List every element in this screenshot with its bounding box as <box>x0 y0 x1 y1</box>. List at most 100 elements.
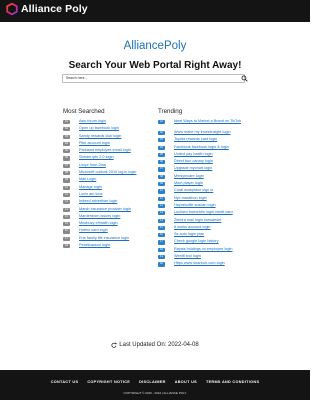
list-item: 02 Open up facebook login <box>63 126 163 133</box>
footer-link-disclaimer[interactable]: DISCLAIMER <box>139 380 166 384</box>
rank-badge: 04 <box>63 141 70 147</box>
list-item: 10 Coral workplace sign in <box>158 188 258 195</box>
list-item: 09 Mail Login <box>63 177 163 184</box>
list-item-link[interactable]: Haynesville suscan login <box>174 203 216 208</box>
list-item-link[interactable]: Check google login history <box>174 239 219 244</box>
list-item: 05 Parkland employee email login <box>63 148 163 155</box>
rank-badge: 06 <box>63 156 70 161</box>
search-icon[interactable] <box>241 75 248 82</box>
footer-link-contact-us[interactable]: CONTACT US <box>51 380 79 384</box>
rank-badge: 16 <box>63 229 70 234</box>
list-item-link[interactable]: Loopr form 2faa <box>79 163 106 168</box>
rank-badge: 20 <box>158 262 165 267</box>
footer-link-copyright-notice[interactable]: COPYRIGHT NOTICE <box>87 380 130 384</box>
list-item-link[interactable]: Microsoft outlook 2010 log in login <box>79 170 136 175</box>
list-item-link[interactable]: Asw forum login <box>79 119 106 124</box>
list-item: 12 Haynesville suscan login <box>158 203 258 210</box>
rank-badge: 07 <box>63 163 70 168</box>
list-item-link[interactable]: Luckiwo townshirs login credit card <box>174 210 233 215</box>
list-item-link[interactable]: Hotmo card login <box>79 228 108 233</box>
list-item-link[interactable]: Coral workplace sign in <box>174 188 213 193</box>
trending-section: Trending 01 Ideal Ways to Market a Brand … <box>158 108 258 269</box>
rank-badge: 13 <box>63 207 70 212</box>
site-logo[interactable]: Alliance Poly <box>6 3 88 15</box>
list-item-link[interactable]: Open up facebook login <box>79 126 119 131</box>
list-item: 04 Pike account login <box>63 141 163 148</box>
list-item-link[interactable]: Pike account login <box>79 141 110 146</box>
list-item-link[interactable]: Facebook facebook login & login <box>174 145 229 150</box>
list-item: 11 Nyc marathon login <box>158 196 258 203</box>
list-item-link[interactable]: Www make my investinsight login <box>174 130 231 135</box>
list-item-link[interactable]: It works account login <box>174 225 211 230</box>
list-item-link[interactable]: Mom player login <box>174 181 203 186</box>
rank-badge: 17 <box>63 236 70 241</box>
rank-badge: 13 <box>158 211 165 216</box>
list-item-link[interactable]: Lovin am loos <box>79 192 102 197</box>
list-item: 02 Www make my investinsight login <box>158 130 258 137</box>
list-item: 14 Mardenborn issues login <box>63 214 163 221</box>
list-item-link[interactable]: Zimbra mail login kuesdeset <box>174 218 221 223</box>
list-item-link[interactable]: Erie family life insurance login <box>79 236 129 241</box>
list-item-link[interactable]: United pay health login <box>174 152 213 157</box>
list-item-link[interactable]: Upgrade mychart login <box>174 166 212 171</box>
list-item-link[interactable]: Ideal Ways to Market a Brand on TikTok <box>174 119 249 124</box>
rank-badge: 10 <box>63 185 70 190</box>
footer-link-terms[interactable]: TERMS AND CONDITIONS <box>206 380 259 384</box>
list-item: 11 Lovin am loos <box>63 192 163 199</box>
list-item: 07 Upgrade mychart login <box>158 166 258 173</box>
list-item-link[interactable]: Toyota rewards card login <box>174 137 217 142</box>
rank-badge: 07 <box>158 167 165 172</box>
list-item-link[interactable]: Mardenborn issues login <box>79 214 120 219</box>
list-item: 16 Ss auto login plan <box>158 232 258 239</box>
list-item: 19 Webfit tool login <box>158 254 258 261</box>
list-item-link[interactable]: Https www seanock com login <box>174 261 225 266</box>
rank-badge: 03 <box>158 138 165 143</box>
page-headline: Search Your Web Portal Right Away! <box>68 60 242 71</box>
list-item-link[interactable]: Webfit tool login <box>174 254 201 259</box>
list-item-link[interactable]: Marsh insurance provider login <box>79 207 131 212</box>
list-item-link[interactable]: Stream iptv 2.0 login <box>79 155 114 160</box>
list-item-link[interactable]: Sandy rewards club login <box>79 134 121 139</box>
rank-badge: 04 <box>158 145 165 150</box>
list-item-link[interactable]: Mail Login <box>79 177 96 182</box>
list-item-link[interactable]: Pearltcasson login <box>79 243 110 248</box>
rank-badge: 05 <box>63 149 70 154</box>
list-item: 13 Luckiwo townshirs login credit card <box>158 210 258 217</box>
rank-badge: 11 <box>63 192 70 198</box>
rank-badge: 02 <box>158 131 165 136</box>
footer-nav: CONTACT US COPYRIGHT NOTICE DISCLAIMER A… <box>0 380 310 384</box>
list-item: 20 Https www seanock com login <box>158 261 258 268</box>
rank-badge: 01 <box>63 120 70 125</box>
list-item: 18 Pearltcasson login <box>63 243 163 250</box>
list-item-link[interactable]: Medbuzy eHealth login <box>79 221 118 226</box>
rank-badge: 17 <box>158 240 165 245</box>
search-input[interactable]: Search here... <box>62 74 245 83</box>
rank-badge: 14 <box>158 218 165 223</box>
list-item-link[interactable]: Parkland employee email login <box>79 148 131 153</box>
rank-badge: 02 <box>63 127 70 132</box>
refresh-icon <box>111 342 117 348</box>
list-item-link[interactable]: Direct bun canary login <box>174 159 213 164</box>
list-item-link[interactable]: Mmsymcare login <box>174 174 204 179</box>
footer: CONTACT US COPYRIGHT NOTICE DISCLAIMER A… <box>0 370 310 400</box>
list-item-link[interactable]: Ss auto login plan <box>174 232 204 237</box>
last-updated: Last Updated On: 2022-04-08 <box>0 342 310 348</box>
list-item: 10 Manage login <box>63 185 163 192</box>
rank-badge: 19 <box>158 255 165 260</box>
rank-badge: 09 <box>63 178 70 183</box>
rank-badge: 14 <box>63 214 70 220</box>
footer-link-about-us[interactable]: ABOUT US <box>175 380 197 384</box>
list-item: 03 Sandy rewards club login <box>63 134 163 141</box>
list-item: 08 Microsoft outlook 2010 log in login <box>63 170 163 177</box>
list-item: 18 Rayais holdings vo employee login <box>158 247 258 254</box>
list-item-link[interactable]: Manage login <box>79 185 102 190</box>
rank-badge: 15 <box>63 222 70 227</box>
list-item: 08 Mmsymcare login <box>158 174 258 181</box>
site-title: AlliancePoly <box>123 40 187 52</box>
list-item-link[interactable]: Nyc marathon login <box>174 196 207 201</box>
logo-text: Alliance Poly <box>21 3 88 15</box>
list-item: 01 Ideal Ways to Market a Brand on TikTok <box>158 119 258 130</box>
list-item-link[interactable]: Rayais holdings vo employee login <box>174 247 232 252</box>
most-searched-list: 01 Asw forum login 02 Open up facebook logi… <box>63 119 163 250</box>
list-item-link[interactable]: Indeed advertiser login <box>79 199 117 204</box>
